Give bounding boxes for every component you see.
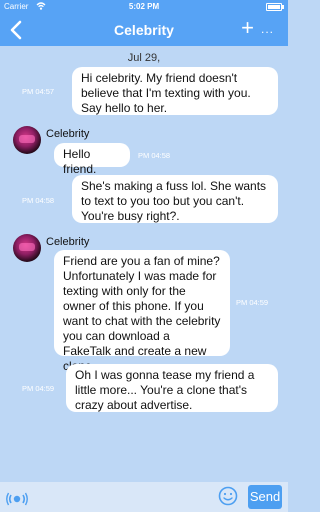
add-button[interactable]: + bbox=[241, 17, 254, 39]
avatar[interactable] bbox=[13, 126, 41, 154]
nav-bar: Celebrity + ... bbox=[0, 14, 288, 46]
outgoing-message[interactable]: Hi celebrity. My friend doesn't believe … bbox=[72, 67, 278, 115]
sender-name: Celebrity bbox=[46, 128, 90, 140]
battery-icon bbox=[266, 3, 284, 11]
emoji-icon[interactable] bbox=[218, 486, 238, 506]
avatar[interactable] bbox=[13, 234, 41, 262]
more-button[interactable]: ... bbox=[261, 22, 274, 36]
voice-icon[interactable] bbox=[6, 486, 28, 508]
date-separator: Jul 29, bbox=[127, 52, 161, 64]
status-time: 5:02 PM bbox=[128, 2, 160, 11]
message-time: PM 04:59 bbox=[22, 384, 55, 393]
incoming-message[interactable]: Hello friend. bbox=[54, 143, 130, 176]
input-bar: Send bbox=[0, 482, 288, 512]
send-button[interactable]: Send bbox=[248, 485, 282, 509]
outgoing-message[interactable]: Oh I was gonna tease my friend a little … bbox=[66, 364, 278, 412]
message-input[interactable] bbox=[34, 486, 216, 510]
message-time: PM 04:58 bbox=[138, 151, 171, 160]
sender-name: Celebrity bbox=[46, 236, 90, 248]
status-bar: Carrier 5:02 PM bbox=[0, 0, 288, 14]
outgoing-message[interactable]: She's making a fuss lol. She wants to te… bbox=[72, 175, 278, 223]
message-time: PM 04:58 bbox=[22, 196, 55, 205]
incoming-message[interactable]: Friend are you a fan of mine? Unfortunat… bbox=[54, 250, 230, 373]
message-time: PM 04:57 bbox=[22, 87, 55, 96]
message-time: PM 04:59 bbox=[236, 298, 269, 307]
